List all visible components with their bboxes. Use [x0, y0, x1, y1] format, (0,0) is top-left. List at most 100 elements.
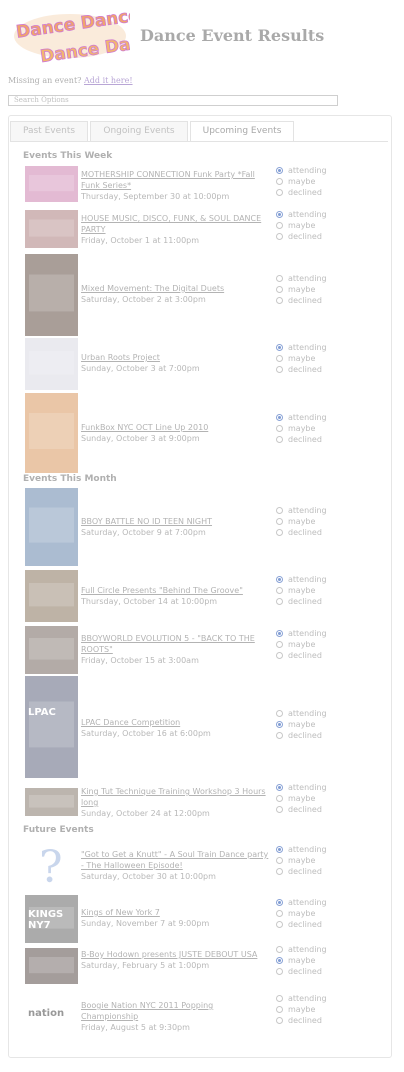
rsvp-option-declined[interactable]: declined [276, 434, 366, 445]
rsvp-option-attending[interactable]: attending [276, 412, 366, 423]
rsvp-radio-maybe[interactable] [276, 910, 283, 917]
rsvp-option-attending[interactable]: attending [276, 993, 366, 1004]
rsvp-option-maybe[interactable]: maybe [276, 1004, 366, 1015]
event-thumbnail[interactable] [25, 166, 78, 202]
event-thumbnail[interactable] [25, 626, 78, 674]
rsvp-radio-declined[interactable] [276, 436, 283, 443]
event-title-link[interactable]: "Got to Get a Knutt" - A Soul Train Danc… [81, 849, 269, 871]
site-logo[interactable]: Dance Dance Dance Dance [10, 5, 166, 67]
rsvp-option-declined[interactable]: declined [276, 650, 366, 661]
rsvp-option-attending[interactable]: attending [276, 897, 366, 908]
rsvp-radio-declined[interactable] [276, 1017, 283, 1024]
rsvp-radio-attending[interactable] [276, 784, 283, 791]
event-thumbnail[interactable]: KINGS NY7 [25, 895, 78, 943]
rsvp-option-declined[interactable]: declined [276, 804, 366, 815]
event-thumbnail[interactable] [25, 393, 78, 473]
rsvp-option-attending[interactable]: attending [276, 574, 366, 585]
rsvp-radio-declined[interactable] [276, 921, 283, 928]
rsvp-option-maybe[interactable]: maybe [276, 353, 366, 364]
rsvp-option-declined[interactable]: declined [276, 1015, 366, 1026]
rsvp-radio-maybe[interactable] [276, 957, 283, 964]
rsvp-radio-declined[interactable] [276, 366, 283, 373]
rsvp-radio-declined[interactable] [276, 732, 283, 739]
rsvp-option-attending[interactable]: attending [276, 209, 366, 220]
add-event-link[interactable]: Add it here! [84, 76, 133, 85]
rsvp-option-declined[interactable]: declined [276, 866, 366, 877]
rsvp-option-maybe[interactable]: maybe [276, 423, 366, 434]
rsvp-option-declined[interactable]: declined [276, 295, 366, 306]
event-thumbnail[interactable] [25, 788, 78, 816]
rsvp-option-attending[interactable]: attending [276, 273, 366, 284]
rsvp-radio-attending[interactable] [276, 630, 283, 637]
rsvp-radio-attending[interactable] [276, 576, 283, 583]
rsvp-option-attending[interactable]: attending [276, 708, 366, 719]
event-thumbnail[interactable] [25, 338, 78, 390]
rsvp-option-attending[interactable]: attending [276, 628, 366, 639]
rsvp-option-maybe[interactable]: maybe [276, 908, 366, 919]
rsvp-radio-maybe[interactable] [276, 1006, 283, 1013]
search-options-toggle[interactable]: Search Options [8, 95, 338, 106]
rsvp-option-declined[interactable]: declined [276, 596, 366, 607]
rsvp-option-declined[interactable]: declined [276, 966, 366, 977]
event-thumbnail[interactable]: nation [25, 998, 78, 1032]
rsvp-option-maybe[interactable]: maybe [276, 955, 366, 966]
rsvp-radio-declined[interactable] [276, 529, 283, 536]
rsvp-option-declined[interactable]: declined [276, 730, 366, 741]
rsvp-radio-attending[interactable] [276, 946, 283, 953]
rsvp-option-declined[interactable]: declined [276, 364, 366, 375]
event-title-link[interactable]: FunkBox NYC OCT Line Up 2010 [81, 422, 269, 433]
rsvp-option-maybe[interactable]: maybe [276, 585, 366, 596]
event-title-link[interactable]: Mixed Movement: The Digital Duets [81, 283, 269, 294]
rsvp-radio-attending[interactable] [276, 167, 283, 174]
rsvp-option-maybe[interactable]: maybe [276, 176, 366, 187]
rsvp-radio-declined[interactable] [276, 968, 283, 975]
event-title-link[interactable]: HOUSE MUSIC, DISCO, FUNK, & SOUL DANCE P… [81, 213, 269, 235]
rsvp-option-maybe[interactable]: maybe [276, 220, 366, 231]
rsvp-radio-attending[interactable] [276, 899, 283, 906]
rsvp-radio-declined[interactable] [276, 297, 283, 304]
rsvp-radio-maybe[interactable] [276, 178, 283, 185]
rsvp-option-maybe[interactable]: maybe [276, 284, 366, 295]
event-thumbnail[interactable] [25, 488, 78, 566]
event-title-link[interactable]: BBOY BATTLE NO ID TEEN NIGHT [81, 516, 269, 527]
rsvp-radio-attending[interactable] [276, 710, 283, 717]
rsvp-option-attending[interactable]: attending [276, 944, 366, 955]
rsvp-radio-maybe[interactable] [276, 795, 283, 802]
rsvp-radio-maybe[interactable] [276, 518, 283, 525]
rsvp-radio-attending[interactable] [276, 275, 283, 282]
rsvp-radio-maybe[interactable] [276, 587, 283, 594]
rsvp-radio-attending[interactable] [276, 995, 283, 1002]
rsvp-radio-declined[interactable] [276, 868, 283, 875]
rsvp-option-declined[interactable]: declined [276, 919, 366, 930]
rsvp-radio-attending[interactable] [276, 344, 283, 351]
rsvp-option-attending[interactable]: attending [276, 844, 366, 855]
event-thumbnail[interactable] [25, 570, 78, 622]
rsvp-option-maybe[interactable]: maybe [276, 516, 366, 527]
rsvp-radio-declined[interactable] [276, 652, 283, 659]
tab-ongoing-events[interactable]: Ongoing Events [90, 121, 188, 141]
rsvp-option-attending[interactable]: attending [276, 782, 366, 793]
rsvp-option-maybe[interactable]: maybe [276, 793, 366, 804]
rsvp-option-attending[interactable]: attending [276, 165, 366, 176]
rsvp-radio-maybe[interactable] [276, 721, 283, 728]
event-thumbnail[interactable] [25, 210, 78, 248]
event-title-link[interactable]: Kings of New York 7 [81, 907, 269, 918]
rsvp-radio-declined[interactable] [276, 189, 283, 196]
rsvp-option-maybe[interactable]: maybe [276, 719, 366, 730]
rsvp-option-declined[interactable]: declined [276, 187, 366, 198]
rsvp-radio-maybe[interactable] [276, 355, 283, 362]
rsvp-radio-maybe[interactable] [276, 286, 283, 293]
event-title-link[interactable]: B-Boy Hodown presents JUSTE DEBOUT USA [81, 949, 269, 960]
event-title-link[interactable]: King Tut Technique Training Workshop 3 H… [81, 786, 269, 808]
event-thumbnail[interactable]: ? [25, 840, 78, 888]
rsvp-option-maybe[interactable]: maybe [276, 855, 366, 866]
rsvp-radio-attending[interactable] [276, 211, 283, 218]
rsvp-radio-declined[interactable] [276, 598, 283, 605]
event-title-link[interactable]: Full Circle Presents "Behind The Groove" [81, 585, 269, 596]
event-thumbnail[interactable] [25, 948, 78, 984]
rsvp-option-attending[interactable]: attending [276, 505, 366, 516]
event-thumbnail[interactable] [25, 254, 78, 336]
tab-past-events[interactable]: Past Events [10, 121, 88, 141]
rsvp-option-declined[interactable]: declined [276, 527, 366, 538]
event-title-link[interactable]: BBOYWORLD EVOLUTION 5 - "BACK TO THE ROO… [81, 633, 269, 655]
